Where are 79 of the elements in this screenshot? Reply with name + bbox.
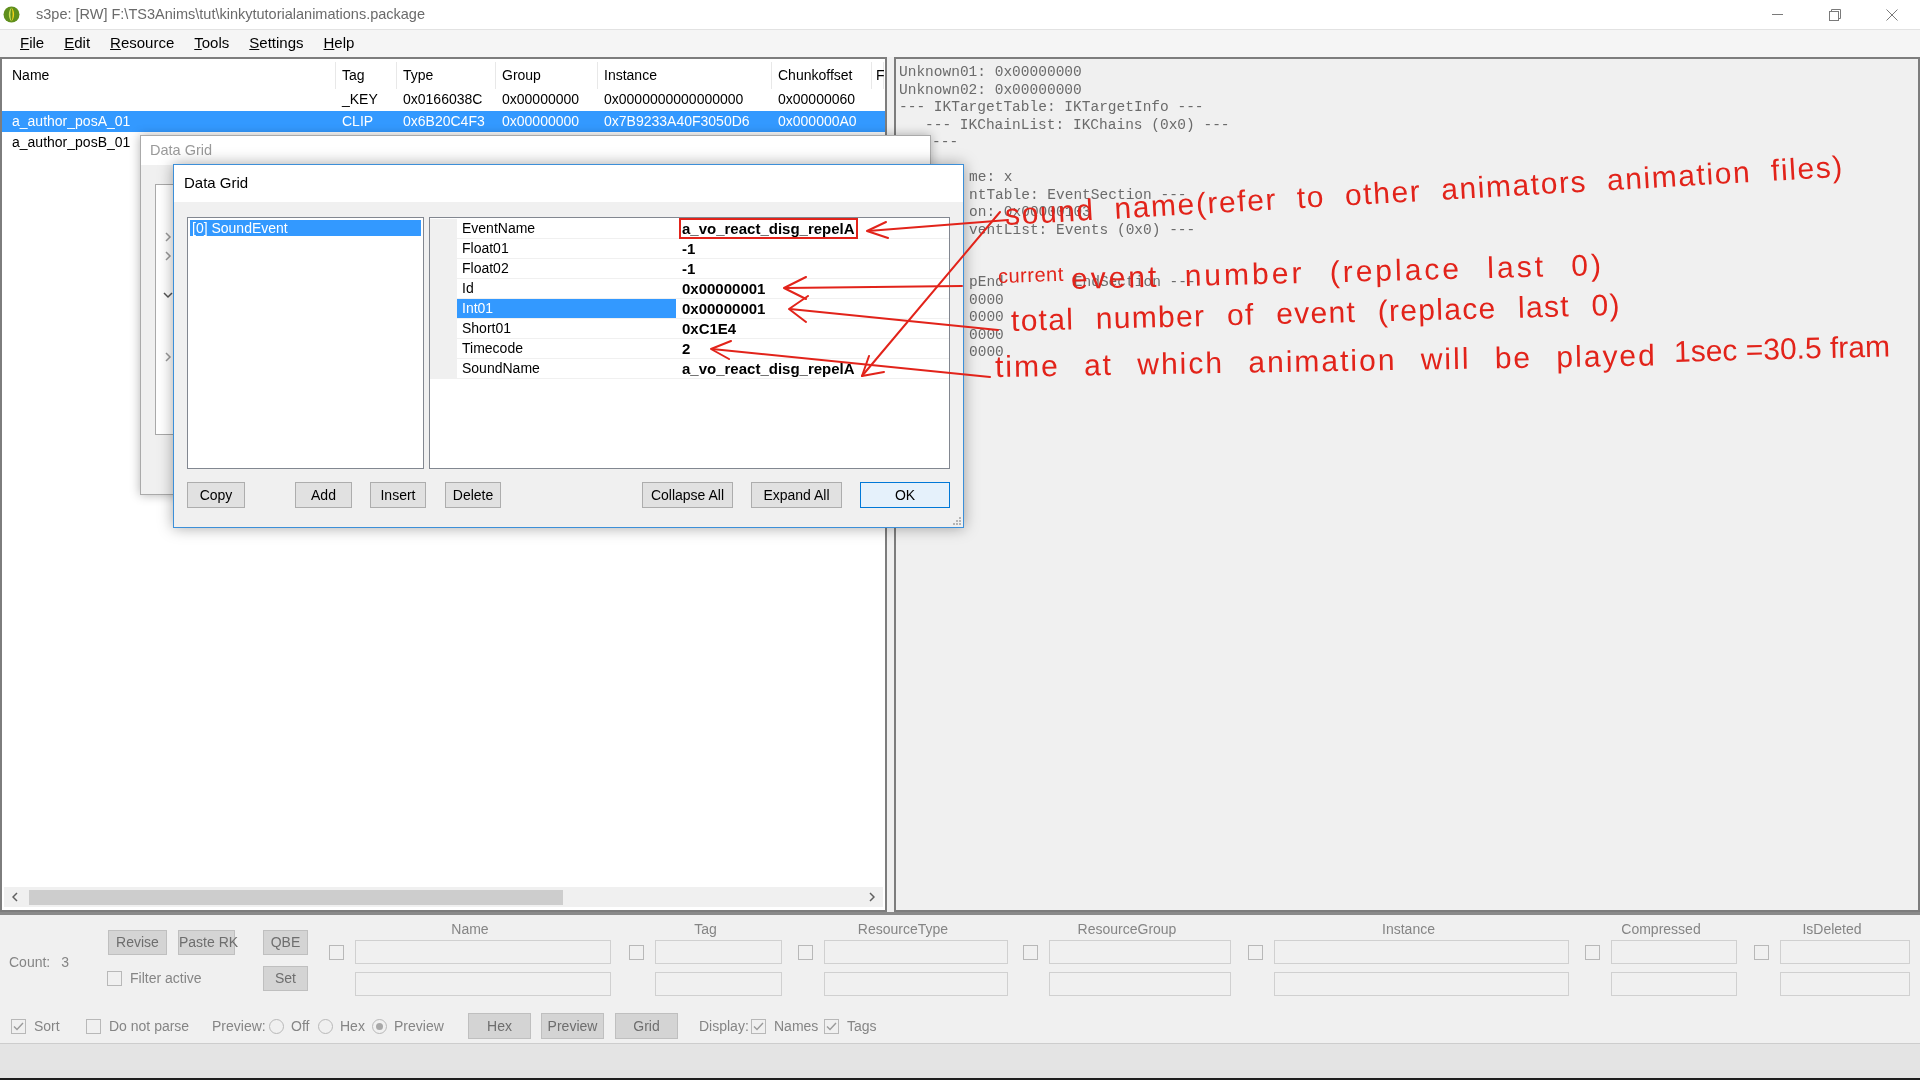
dialog-button[interactable]: Delete [445,482,501,508]
table-cell-text: a_author_posA_01 [12,111,131,131]
filter-column-label: Instance [1382,921,1435,937]
filter-column-label: Name [451,921,489,937]
checkbox-label: Filter active [130,969,202,988]
display-label: Display: [699,1017,749,1034]
preview-line: --- IKTargetTable: IKTargetInfo --- [899,99,1204,117]
menu-item[interactable]: Tools [184,31,240,56]
app-logo-icon [3,6,20,23]
close-icon [1885,8,1898,21]
dialog-button[interactable]: Collapse All [642,482,733,508]
preview-line: me: x [969,169,1013,187]
menu-item[interactable]: File [10,31,55,56]
count-label: Count: [9,953,51,972]
table-cell-text: _KEY [342,90,378,110]
dialog-button[interactable]: OK [860,482,950,508]
property-value[interactable]: 0x00000001 [679,298,769,319]
dialog-button[interactable]: Expand All [751,482,842,508]
chevron-right-icon[interactable] [163,251,173,261]
filter-column-label: ResourceType [857,921,949,937]
chevron-left-icon[interactable] [12,892,18,902]
restore-icon [1828,8,1841,21]
checkbox-label: Sort [34,1016,60,1036]
menu-item[interactable]: Settings [239,31,314,56]
count-value: 3 [61,953,70,972]
chevron-right-icon[interactable] [163,232,173,242]
table-cell-text: 0x00000000 [502,90,580,110]
preview-line: Unknown02: 0x00000000 [899,81,1082,99]
table-cell-text: 0x0000000000000000 [604,90,744,110]
filter-column-label: IsDeleted [1802,921,1862,937]
table-cell-text: 0x0166038C [403,90,483,110]
table-cell-text: 0x000000A0 [778,111,857,131]
preview-line: Unknown01: 0x00000000 [899,64,1082,82]
menu-item[interactable]: Edit [54,31,101,56]
table-cell-text: 0x7B9233A40F3050D6 [604,111,750,131]
table-cell-text: a_author_posB_01 [12,133,131,153]
resize-grip-icon[interactable] [952,516,961,525]
chevron-right-icon[interactable] [869,892,875,902]
table-cell-text: CLIP [342,111,374,131]
filter-column-label: ResourceGroup [1077,921,1177,937]
table-cell-text: 0x00000000 [502,111,580,131]
radio-label: Off [291,1016,310,1036]
dialog-button[interactable]: Insert [370,482,426,508]
filter-column-label: Tag [694,921,717,937]
checkbox-label: Tags [847,1016,877,1036]
menu-item[interactable]: Help [313,31,365,56]
property-value[interactable]: a_vo_react_disg_repelA [679,358,858,379]
preview-line: 0000 [969,326,1004,344]
property-value[interactable]: 2 [679,338,694,359]
chevron-down-icon[interactable] [163,290,173,300]
radio-label: Preview [394,1016,444,1036]
window-title: s3pe: [RW] F:\TS3Anims\tut\kinkytutorialanimations.package [36,4,425,24]
preview-line: 0000 [969,309,1004,327]
table-cell-text: 0x6B20C4F3 [403,111,485,131]
checkbox-label: Do not parse [109,1016,190,1036]
preview-line: --- [932,134,959,152]
handwritten-note: 1sec =30.5 fram [1673,328,1891,370]
handwritten-note: total number of event (replace last 0) [1010,288,1622,339]
property-value[interactable]: a_vo_react_disg_repelA [679,218,858,239]
dialog-button[interactable]: Copy [187,482,245,508]
preview-line: --- IKChainList: IKChains (0x0) --- [925,116,1230,134]
property-value[interactable]: -1 [679,238,699,259]
dialog-title: Data Grid [150,140,213,160]
property-value[interactable]: 0x00000001 [679,278,769,299]
table-cell-text: 0x00000060 [778,90,856,110]
horizontal-scrollbar[interactable] [4,887,883,907]
checkbox-label: Names [774,1016,819,1036]
property-value[interactable]: -1 [679,258,699,279]
preview-line: 0000 [969,291,1004,309]
radio-label: Hex [340,1016,365,1036]
menu-item[interactable]: Resource [100,31,185,56]
minimize-icon [1772,14,1783,15]
property-value[interactable]: 0xC1E4 [679,318,740,339]
filter-column-label: Compressed [1621,921,1701,937]
chevron-right-icon[interactable] [163,352,173,362]
dialog-button[interactable]: Add [295,482,352,508]
dialog-title: Data Grid [184,173,249,194]
preview-label: Preview: [212,1017,266,1034]
scrollbar-thumb[interactable] [29,889,563,905]
